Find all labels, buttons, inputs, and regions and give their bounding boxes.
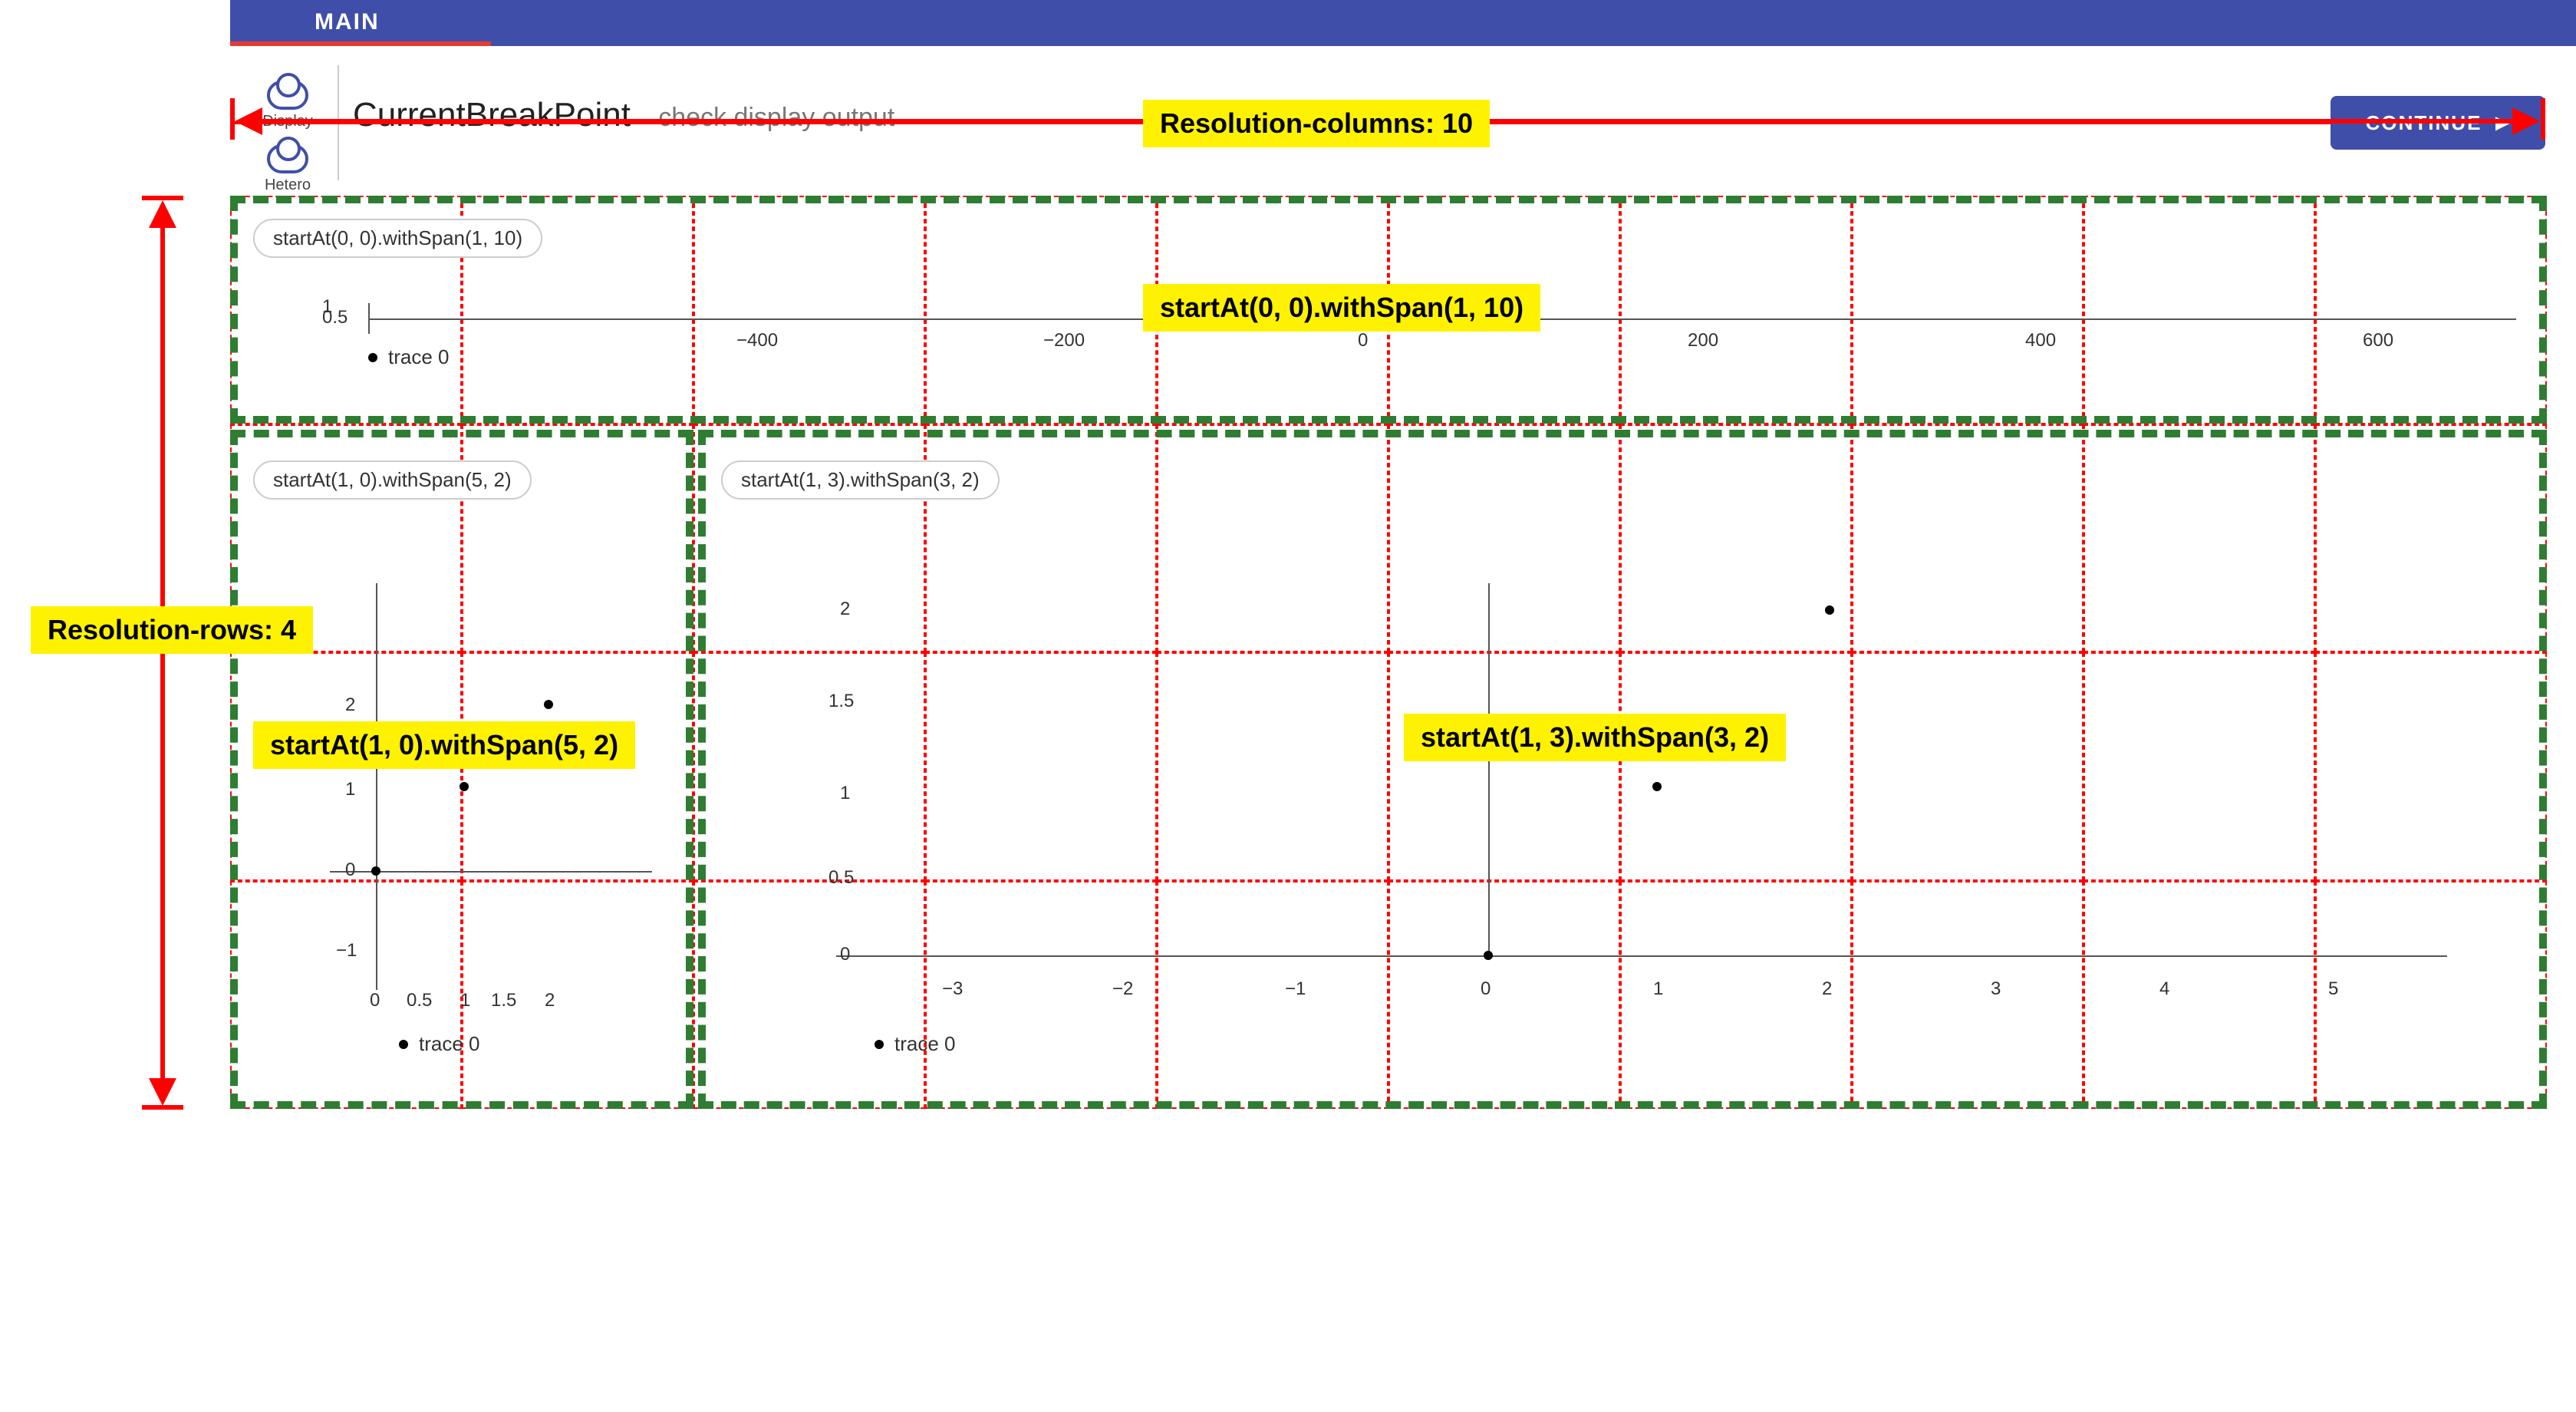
chart1-y-tick: 1 [345,779,355,800]
chart1-x-tick: 0 [370,990,380,1011]
chart2-y-tick: 0 [840,944,850,965]
chart2-y-tick: 1 [840,783,850,804]
dim-cap [2541,98,2545,140]
page-title: CurrentBreakPoint check display output [353,96,894,134]
legend-marker-icon [399,1040,408,1049]
chart2-x-tick: 2 [1822,978,1832,1000]
cloud-icon [267,81,308,110]
chart0-x-tick: 400 [2025,330,2056,351]
chart0-x-tick: −400 [736,330,778,351]
sidebar-item-label: Hetero [265,176,311,194]
tab-indicator [230,41,491,46]
app-header: MAIN [230,0,2576,46]
chart2-y-axis [1488,583,1490,959]
tab-main[interactable]: MAIN [315,9,380,35]
chart0-y-axis [368,303,370,334]
arrow-down-icon [149,1078,176,1106]
chart0-x-tick: 200 [1688,330,1718,351]
chart2-point [1652,782,1662,791]
chart0-x-tick: 0 [1358,330,1368,351]
sidebar-item-hetero[interactable]: Hetero [245,144,330,194]
chart0-x-tick: −200 [1043,330,1085,351]
chart2-point [1825,605,1834,615]
chart2-x-tick: −2 [1112,978,1133,1000]
chart1-x-tick: 0.5 [407,990,432,1011]
chart2-legend: trace 0 [875,1032,956,1056]
anno-panel2: startAt(1, 3).withSpan(3, 2) [1404,714,1786,761]
chart2-x-tick: 4 [2159,978,2169,1000]
anno-columns: Resolution-columns: 10 [1143,100,1490,147]
chart2-x-tick: −1 [1285,978,1306,1000]
chart2-x-tick: −3 [942,978,963,1000]
legend-label: trace 0 [894,1032,956,1056]
chart1-y-tick: −1 [336,940,357,962]
chart1-x-tick: 1.5 [491,990,516,1011]
chart2-x-axis [836,955,2447,957]
sidebar: Display Hetero [245,81,330,208]
legend-marker-icon [368,353,377,362]
chart1-x-tick: 2 [545,990,555,1011]
legend-label: trace 0 [419,1032,480,1056]
chart2-x-tick: 1 [1653,978,1663,1000]
arrow-left-icon [235,107,262,135]
chart1-legend: trace 0 [399,1032,480,1056]
chart2-x-tick: 5 [2328,978,2338,1000]
chart1-point [544,700,553,709]
chart2-x-tick: 3 [1991,978,2001,1000]
dim-cap [142,1105,183,1110]
panel-chip-2: startAt(1, 3).withSpan(3, 2) [721,460,1000,500]
panel-chip-1: startAt(1, 0).withSpan(5, 2) [253,460,532,500]
legend-label: trace 0 [388,345,450,369]
chart1-point [460,782,469,791]
chart1-point [371,866,380,876]
chart0-x-tick: 600 [2363,330,2393,351]
chart1-y-tick: 0 [345,859,355,881]
cloud-icon [267,144,308,173]
chart1-y-axis [376,583,377,990]
anno-panel0: startAt(0, 0).withSpan(1, 10) [1143,284,1540,332]
chart2-y-tick: 0.5 [828,867,854,889]
chart2-point [1484,951,1493,960]
anno-panel1: startAt(1, 0).withSpan(5, 2) [253,721,635,769]
chart0-y-tick: 1 [322,296,332,318]
chart2-y-tick: 2 [840,599,850,620]
legend-marker-icon [875,1040,884,1049]
chart1-y-tick: 2 [345,694,355,716]
panel-chip-0: startAt(0, 0).withSpan(1, 10) [253,219,542,258]
chart1-x-tick: 1 [460,990,470,1011]
chart2-x-tick: 0 [1481,978,1491,1000]
arrow-right-icon [2512,107,2540,135]
page-title-sub: check display output [658,103,894,132]
anno-rows: Resolution-rows: 4 [31,606,313,654]
chart0-legend: trace 0 [368,345,450,369]
page-title-main: CurrentBreakPoint [353,96,631,134]
arrow-up-icon [149,200,176,228]
chart2-y-tick: 1.5 [828,691,854,712]
panel-outline-2 [698,430,2547,1109]
